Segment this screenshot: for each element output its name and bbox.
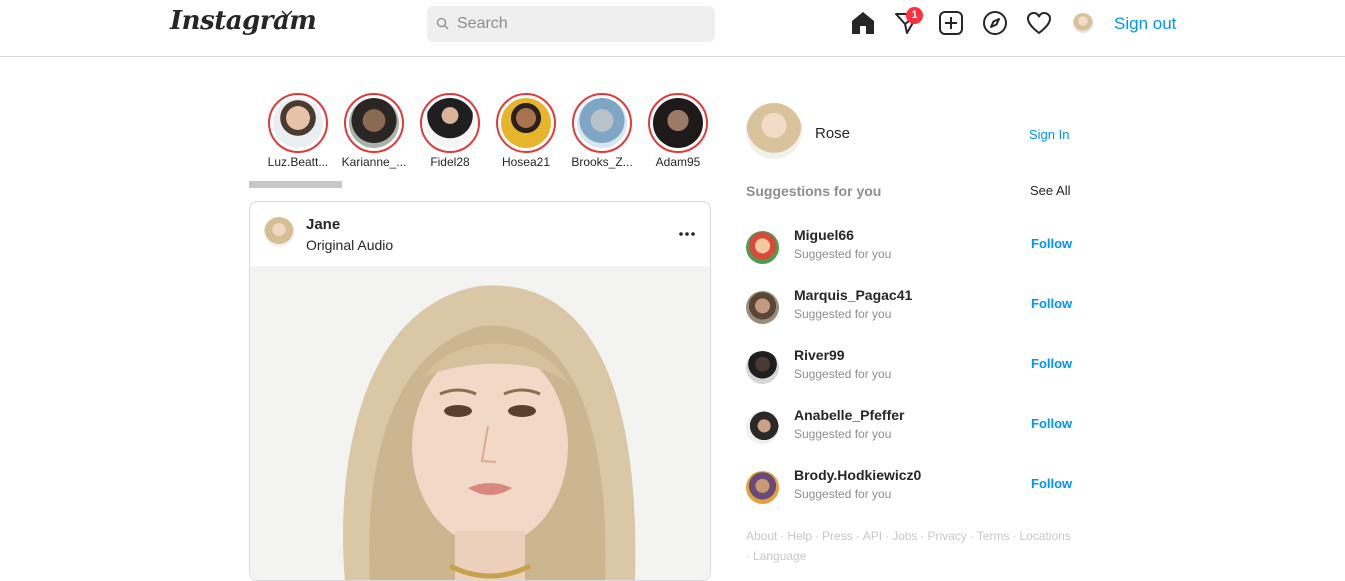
footer-separator: · [885, 529, 890, 543]
story-username: Hosea21 [501, 155, 551, 169]
footer-link-privacy[interactable]: Privacy [927, 529, 966, 543]
story-avatar [273, 98, 323, 148]
story-avatar [501, 98, 551, 148]
story-ring [268, 93, 328, 153]
suggestion-avatar[interactable] [746, 411, 779, 444]
home-icon[interactable] [849, 9, 877, 37]
post-username[interactable]: Jane [306, 216, 340, 233]
story-avatar [653, 98, 703, 148]
story-avatar [577, 98, 627, 148]
footer-link-terms[interactable]: Terms [977, 529, 1010, 543]
sign-in-link[interactable]: Sign In [1029, 127, 1069, 142]
story-ring [420, 93, 480, 153]
story-ring [496, 93, 556, 153]
heart-activity-icon[interactable] [1025, 9, 1053, 37]
suggestion-username[interactable]: Anabelle_Pfeffer [794, 407, 904, 423]
post-author-avatar[interactable] [264, 217, 294, 247]
story-username: Fidel28 [430, 155, 470, 169]
search-bar[interactable] [427, 6, 715, 42]
suggestion-avatar[interactable] [746, 231, 779, 264]
story-avatar [425, 98, 475, 148]
suggestions-heading: Suggestions for you [746, 183, 882, 199]
story-item[interactable]: Luz.Beatt... [268, 93, 328, 169]
suggestion-subtitle: Suggested for you [794, 367, 892, 381]
story-item[interactable]: Fidel28 [420, 93, 480, 169]
suggestion-username[interactable]: Miguel66 [794, 227, 854, 243]
footer-separator: · [920, 529, 925, 543]
footer-link-language[interactable]: Language [753, 549, 806, 563]
instagram-logo[interactable]: Instagram [170, 6, 317, 36]
suggestion-row: River99 Suggested for you Follow [746, 347, 1072, 387]
footer-separator: · [780, 529, 785, 543]
story-item[interactable]: Hosea21 [496, 93, 556, 169]
see-all-link[interactable]: See All [1030, 183, 1070, 198]
search-icon [436, 17, 449, 30]
footer-link-jobs[interactable]: Jobs [892, 529, 917, 543]
footer-separator: · [746, 549, 750, 563]
chevron-down-icon[interactable] [281, 9, 293, 19]
suggestion-row: Brody.Hodkiewicz0 Suggested for you Foll… [746, 467, 1072, 507]
footer-separator: · [969, 529, 974, 543]
suggestion-avatar[interactable] [746, 471, 779, 504]
story-item[interactable]: Karianne_... [342, 93, 406, 169]
footer-separator: · [1012, 529, 1017, 543]
footer-separator: · [855, 529, 860, 543]
story-username: Karianne_... [341, 155, 407, 169]
footer-link-api[interactable]: API [863, 529, 882, 543]
search-input[interactable] [457, 6, 707, 42]
stories-scrollbar[interactable] [249, 181, 342, 188]
suggestion-username[interactable]: Brody.Hodkiewicz0 [794, 467, 921, 483]
footer-link-press[interactable]: Press [822, 529, 853, 543]
sidebar-footer-links: About · Help · Press · API · Jobs · Privacy · Terms ·… [746, 526, 1076, 566]
story-avatar [349, 98, 399, 148]
suggestion-subtitle: Suggested for you [794, 307, 892, 321]
suggestion-avatar[interactable] [746, 291, 779, 324]
suggestion-subtitle: Suggested for you [794, 247, 892, 261]
follow-button[interactable]: Follow [1031, 236, 1072, 251]
current-user-name[interactable]: Rose [815, 125, 850, 142]
suggestion-subtitle: Suggested for you [794, 427, 892, 441]
post-image[interactable] [250, 266, 711, 581]
post-audio-label[interactable]: Original Audio [306, 237, 393, 253]
more-options-icon[interactable] [677, 224, 697, 244]
story-username: Adam95 [655, 155, 701, 169]
notification-badge: 1 [906, 7, 923, 24]
follow-button[interactable]: Follow [1031, 356, 1072, 371]
top-navigation-bar: Instagram 1 Sign out [0, 0, 1345, 57]
current-user-avatar[interactable] [746, 103, 802, 159]
profile-avatar[interactable] [1073, 13, 1093, 33]
story-username: Luz.Beatt... [267, 155, 329, 169]
story-ring [344, 93, 404, 153]
follow-button[interactable]: Follow [1031, 476, 1072, 491]
suggestion-avatar[interactable] [746, 351, 779, 384]
feed-post: Jane Original Audio [249, 201, 711, 581]
footer-link-locations[interactable]: Locations [1019, 529, 1070, 543]
suggestion-subtitle: Suggested for you [794, 487, 892, 501]
footer-link-about[interactable]: About [746, 529, 777, 543]
suggestion-row: Anabelle_Pfeffer Suggested for you Follo… [746, 407, 1072, 447]
follow-button[interactable]: Follow [1031, 416, 1072, 431]
follow-button[interactable]: Follow [1031, 296, 1072, 311]
suggestion-row: Miguel66 Suggested for you Follow [746, 227, 1072, 267]
new-post-icon[interactable] [937, 9, 965, 37]
story-ring [648, 93, 708, 153]
suggestion-username[interactable]: River99 [794, 347, 845, 363]
story-ring [572, 93, 632, 153]
suggestion-username[interactable]: Marquis_Pagac41 [794, 287, 912, 303]
story-username: Brooks_Z... [571, 155, 633, 169]
story-item[interactable]: Brooks_Z... [571, 93, 633, 169]
explore-compass-icon[interactable] [981, 9, 1009, 37]
footer-link-help[interactable]: Help [787, 529, 812, 543]
story-item[interactable]: Adam95 [648, 93, 708, 169]
sign-out-link[interactable]: Sign out [1114, 14, 1176, 34]
footer-separator: · [815, 529, 820, 543]
suggestion-row: Marquis_Pagac41 Suggested for you Follow [746, 287, 1072, 327]
